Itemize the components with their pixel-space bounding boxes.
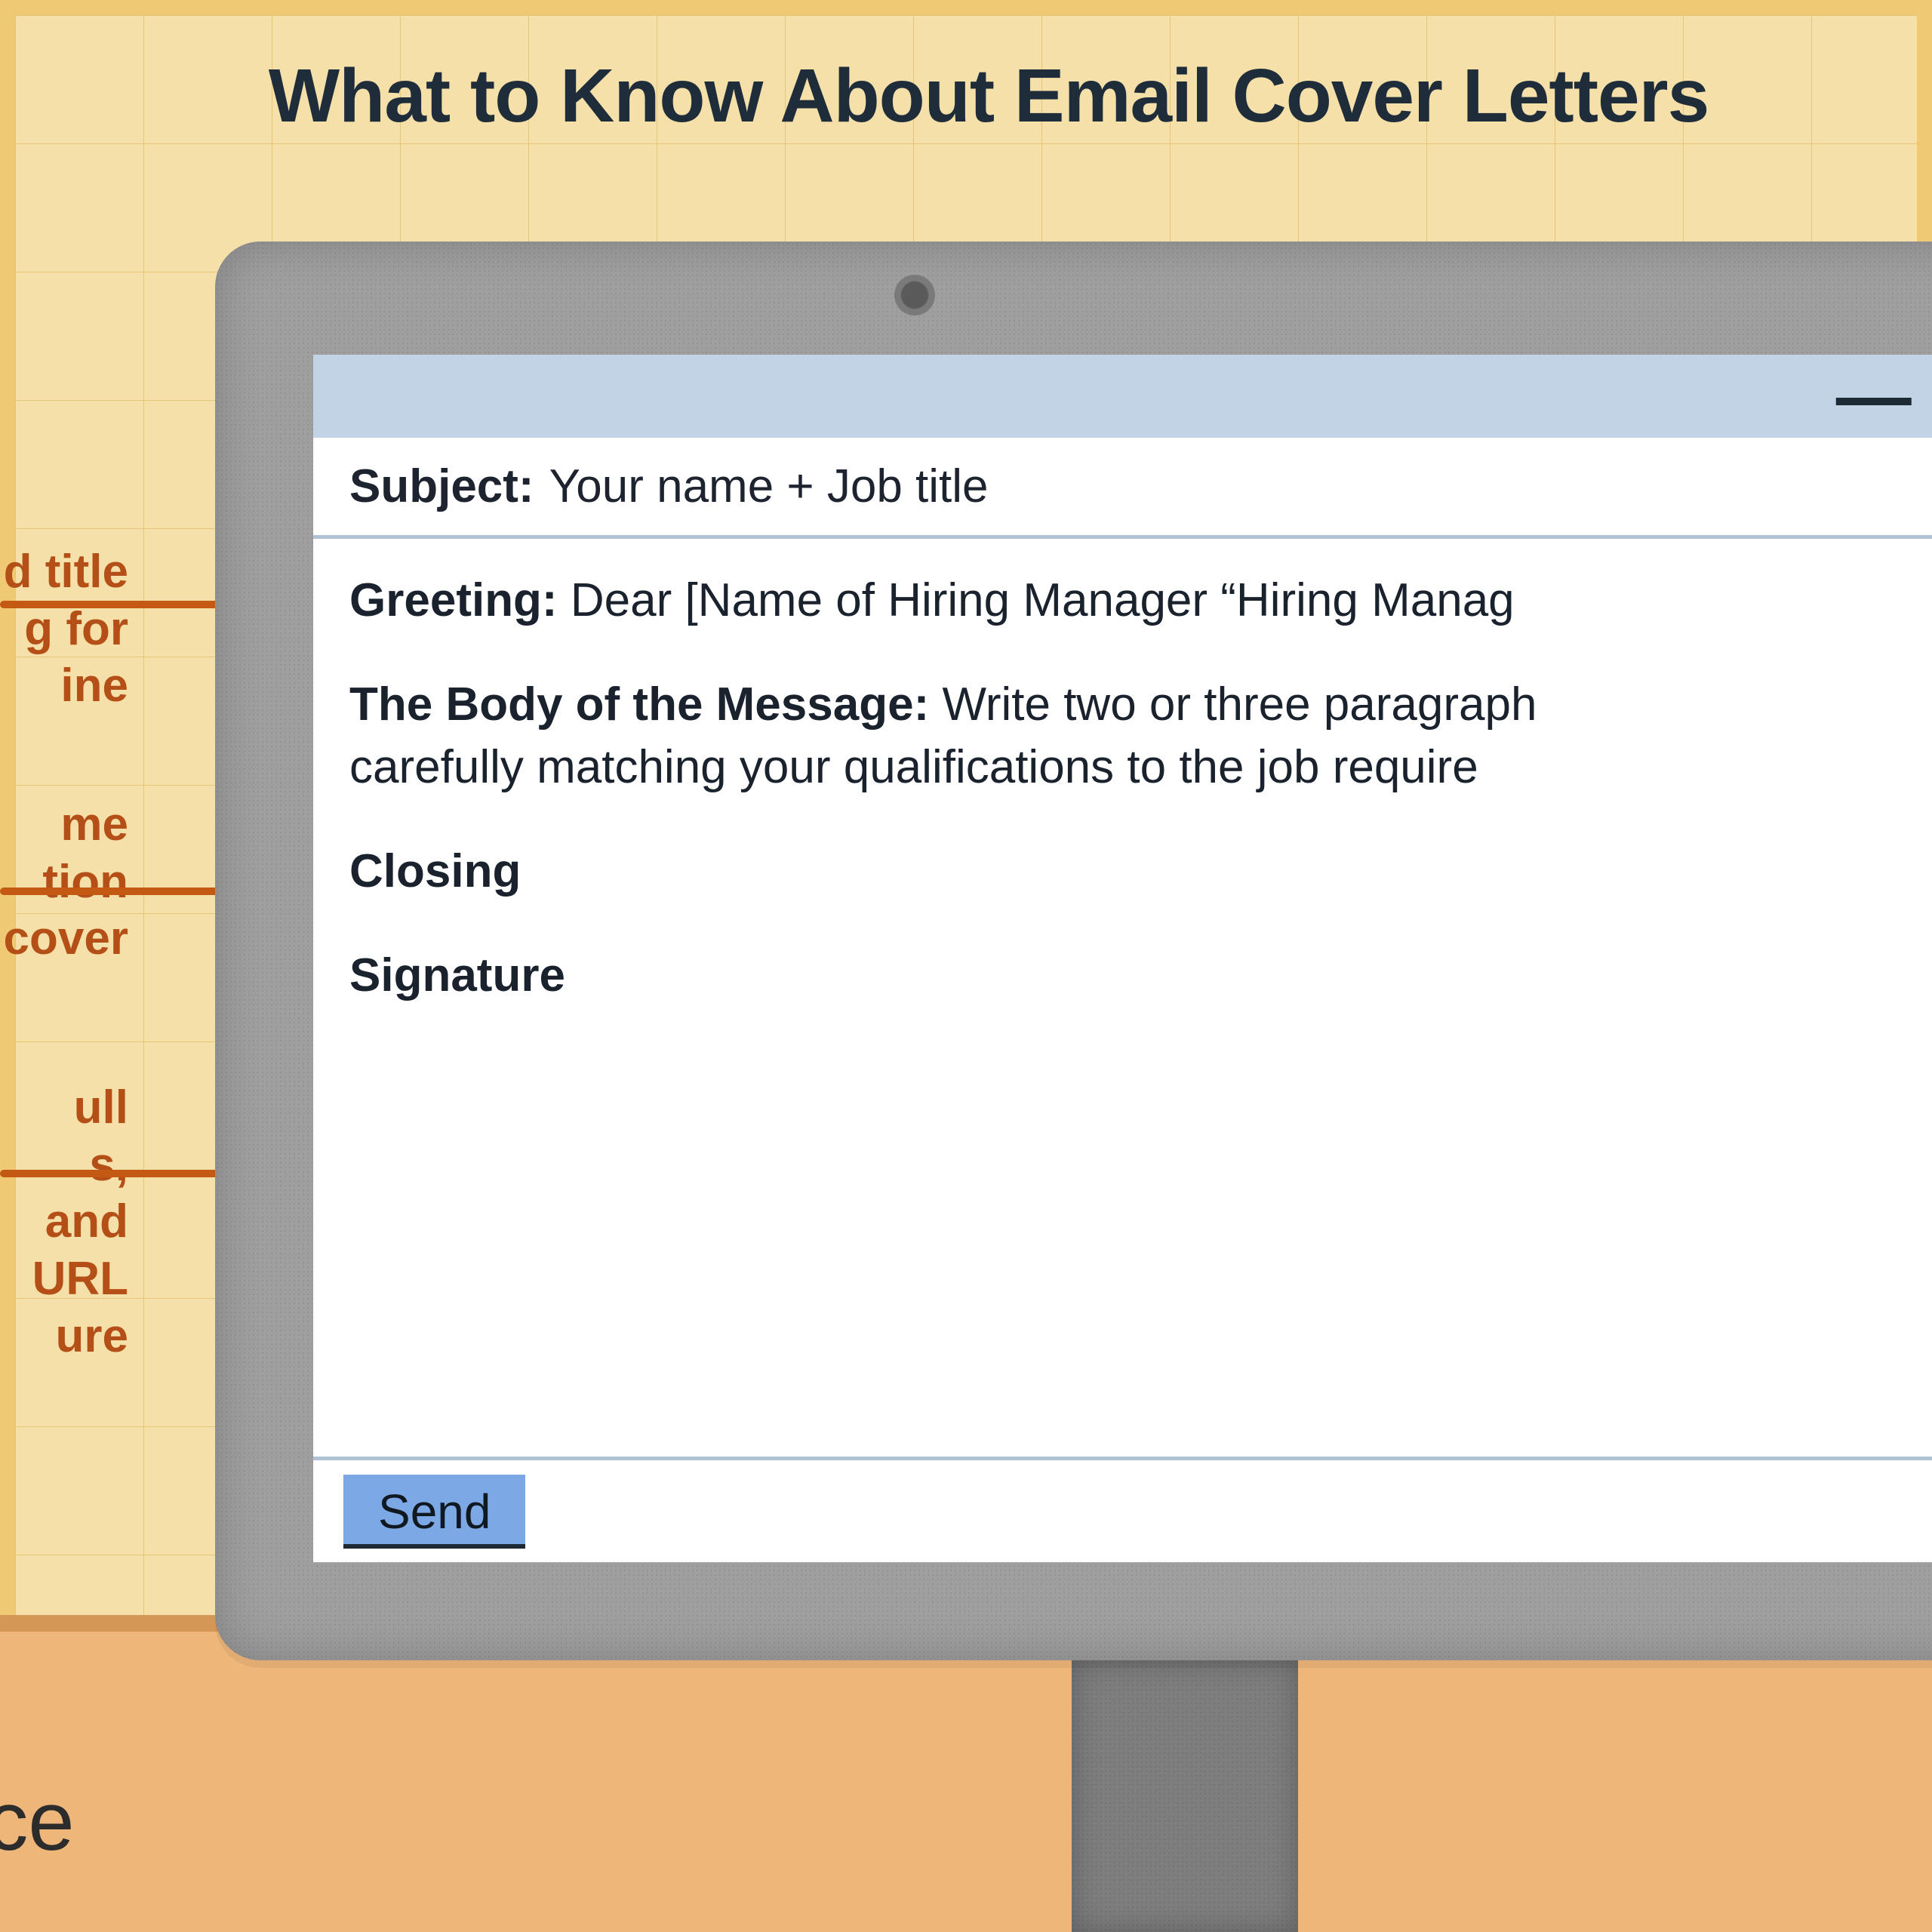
- brand-watermark: ance: [0, 1774, 75, 1869]
- closing-line: Closing: [349, 840, 1932, 903]
- subject-row[interactable]: Subject: Your name + Job title: [313, 438, 1932, 539]
- monitor-stand: [1072, 1660, 1298, 1932]
- compose-footer: Send: [313, 1457, 1932, 1562]
- callout-text: ull s, and URL ure: [0, 1079, 128, 1364]
- closing-label: Closing: [349, 845, 521, 897]
- signature-label: Signature: [349, 949, 565, 1001]
- body-of-message: The Body of the Message: Write two or th…: [349, 673, 1932, 799]
- callout-text: d title g for ine: [0, 543, 128, 715]
- subject-label: Subject:: [349, 460, 534, 513]
- callout-body-tip: me tion cover: [0, 796, 128, 968]
- background-desk: [0, 1615, 1932, 1932]
- monitor-frame: — A Subject: Your name + Job title Greet…: [215, 242, 1932, 1660]
- callout-signature-tip: ull s, and URL ure: [0, 1079, 128, 1364]
- page-title: What to Know About Email Cover Letters: [0, 53, 1932, 140]
- greeting-value: Dear [Name of Hiring Manager “Hiring Man…: [571, 574, 1515, 626]
- webcam-icon: [894, 275, 935, 315]
- greeting-line: Greeting: Dear [Name of Hiring Manager “…: [349, 569, 1932, 632]
- subject-value: Your name + Job title: [549, 460, 989, 513]
- send-button[interactable]: Send: [343, 1475, 525, 1549]
- email-compose-window: — A Subject: Your name + Job title Greet…: [313, 355, 1932, 1562]
- greeting-label: Greeting:: [349, 574, 558, 626]
- callout-subject-tip: d title g for ine: [0, 543, 128, 715]
- body-value-line2: carefully matching your qualifications t…: [349, 736, 1932, 799]
- window-titlebar: — A: [313, 355, 1932, 438]
- callout-text: me tion cover: [0, 796, 128, 968]
- minimize-icon[interactable]: —: [1836, 353, 1912, 440]
- body-value-line1: Write two or three paragraph: [942, 678, 1537, 731]
- body-label: The Body of the Message:: [349, 678, 929, 731]
- signature-line: Signature: [349, 944, 1932, 1008]
- message-body-area[interactable]: Greeting: Dear [Name of Hiring Manager “…: [313, 539, 1932, 1457]
